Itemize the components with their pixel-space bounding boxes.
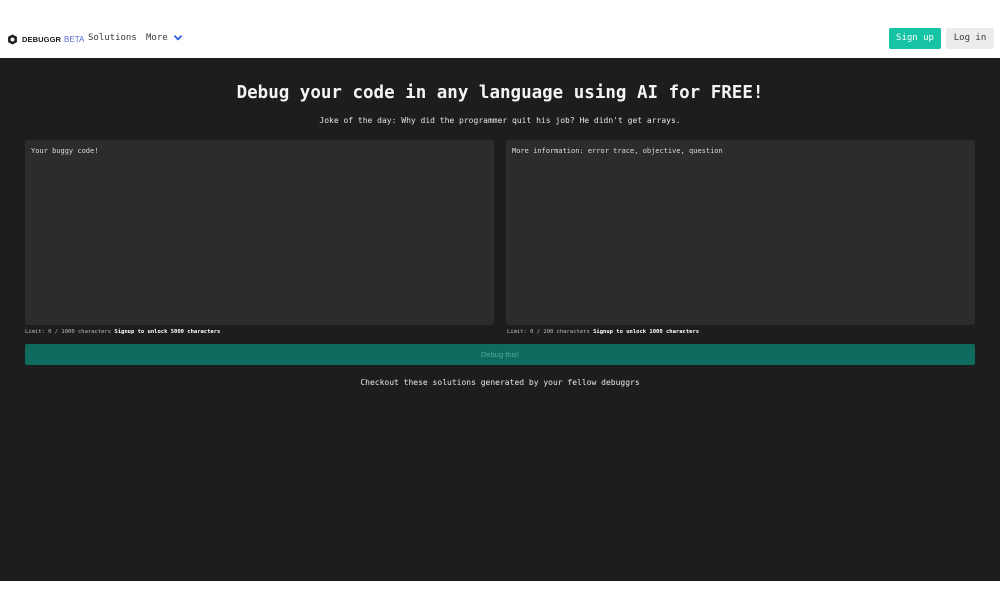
code-input-placeholder: Your buggy code!	[31, 147, 99, 155]
nav-more-label: More	[146, 33, 168, 43]
checkout-solutions-text: Checkout these solutions generated by yo…	[360, 378, 640, 387]
brand[interactable]: DEBUGGR BETA	[7, 33, 84, 45]
page-bottom-strip	[0, 581, 1000, 600]
info-input-textarea[interactable]: More information: error trace, objective…	[506, 140, 975, 325]
chevron-down-icon	[173, 35, 182, 41]
info-input-placeholder: More information: error trace, objective…	[512, 147, 723, 155]
login-button[interactable]: Log in	[946, 28, 994, 49]
beta-badge: BETA	[64, 34, 85, 44]
signup-button[interactable]: Sign up	[889, 28, 941, 49]
main-content: Debug your code in any language using AI…	[0, 58, 1000, 581]
code-unlock-link[interactable]: Signup to unlock 5000 characters	[114, 329, 220, 335]
hexagon-logo-icon	[8, 33, 17, 45]
joke-of-the-day: Joke of the day: Why did the programmer …	[319, 116, 681, 125]
debug-button[interactable]: Debug this!	[25, 344, 975, 365]
code-input-textarea[interactable]: Your buggy code!	[25, 140, 494, 325]
top-navbar: DEBUGGR BETA Solutions More Sign up Log …	[0, 0, 1000, 58]
nav-solutions-link[interactable]: Solutions	[88, 32, 137, 44]
info-char-limit: Limit: 0 / 200 characters Signup to unlo…	[507, 328, 699, 336]
nav-more-dropdown[interactable]: More	[146, 32, 182, 44]
brand-name: DEBUGGR	[22, 34, 62, 44]
code-limit-count: Limit: 0 / 1000 characters	[25, 329, 112, 335]
info-limit-count: Limit: 0 / 200 characters	[507, 329, 590, 335]
page-title: Debug your code in any language using AI…	[236, 83, 764, 103]
code-char-limit: Limit: 0 / 1000 characters Signup to unl…	[25, 328, 220, 336]
info-unlock-link[interactable]: Signup to unlock 1000 characters	[593, 329, 699, 335]
